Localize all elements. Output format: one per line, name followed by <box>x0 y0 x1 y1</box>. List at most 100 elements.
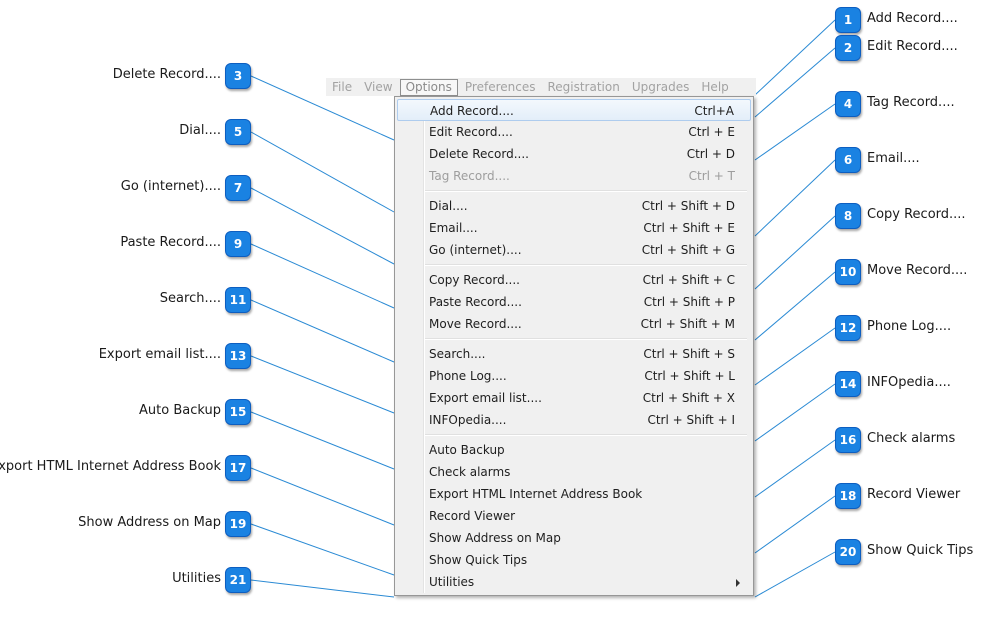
menu-item-label: Record Viewer <box>429 509 516 523</box>
leader-line-10 <box>754 271 836 341</box>
menubar-file[interactable]: File <box>326 79 358 96</box>
leader-line-21 <box>250 579 395 598</box>
menu-item-dial[interactable]: Dial.... Ctrl + Shift + D <box>397 195 751 217</box>
menu-item-shortcut: Ctrl + D <box>686 147 735 161</box>
callout-badge-3: 3 <box>225 63 251 89</box>
menu-item-paste-record[interactable]: Paste Record.... Ctrl + Shift + P <box>397 291 751 313</box>
callout-badge-10: 10 <box>835 259 861 285</box>
menu-separator <box>425 338 747 340</box>
menu-item-edit-record[interactable]: Edit Record.... Ctrl + E <box>397 121 751 143</box>
callout-label-8: Copy Record.... <box>867 207 966 222</box>
menu-item-export-email-list[interactable]: Export email list.... Ctrl + Shift + X <box>397 387 751 409</box>
menu-separator <box>425 190 747 192</box>
menu-item-shortcut: Ctrl + Shift + E <box>643 221 735 235</box>
menubar-view[interactable]: View <box>358 79 398 96</box>
menu-item-shortcut: Ctrl + E <box>688 125 735 139</box>
menu-item-shortcut: Ctrl + Shift + S <box>643 347 735 361</box>
menu-item-label: Phone Log.... <box>429 369 507 383</box>
callout-label-21: Utilities <box>172 571 221 586</box>
menu-item-label: Edit Record.... <box>429 125 513 139</box>
menu-item-shortcut: Ctrl + Shift + M <box>640 317 735 331</box>
callout-badge-15: 15 <box>225 399 251 425</box>
leader-line-12 <box>754 327 836 386</box>
menu-item-label: Show Address on Map <box>429 531 561 545</box>
menu-item-shortcut: Ctrl + Shift + X <box>642 391 735 405</box>
leader-line-17 <box>250 467 395 526</box>
menu-item-phone-log[interactable]: Phone Log.... Ctrl + Shift + L <box>397 365 751 387</box>
menubar-preferences[interactable]: Preferences <box>459 79 542 96</box>
leader-line-11 <box>250 299 395 363</box>
menu-item-label: Search.... <box>429 347 486 361</box>
menu-item-shortcut: Ctrl + Shift + G <box>641 243 735 257</box>
callout-badge-21: 21 <box>225 567 251 593</box>
menu-item-label: Move Record.... <box>429 317 522 331</box>
menu-item-label: Check alarms <box>429 465 511 479</box>
menu-item-show-address-on-map[interactable]: Show Address on Map <box>397 527 751 549</box>
menu-item-label: Go (internet).... <box>429 243 522 257</box>
callout-label-11: Search.... <box>159 291 221 306</box>
menu-item-label: Utilities <box>429 575 475 589</box>
menu-item-shortcut: Ctrl + T <box>688 169 735 183</box>
leader-line-8 <box>754 215 836 290</box>
menu-item-go-internet[interactable]: Go (internet).... Ctrl + Shift + G <box>397 239 751 261</box>
callout-label-1: Add Record.... <box>867 11 958 26</box>
menubar-upgrades[interactable]: Upgrades <box>626 79 696 96</box>
menubar-help[interactable]: Help <box>695 79 734 96</box>
menu-item-label: Delete Record.... <box>429 147 529 161</box>
callout-label-2: Edit Record.... <box>867 39 958 54</box>
callout-label-14: INFOpedia.... <box>867 375 951 390</box>
menu-item-export-html-internet-address-book[interactable]: Export HTML Internet Address Book <box>397 483 751 505</box>
menu-item-infopedia[interactable]: INFOpedia.... Ctrl + Shift + I <box>397 409 751 431</box>
leader-line-5 <box>250 131 395 213</box>
leader-line-18 <box>754 495 836 554</box>
menu-item-delete-record[interactable]: Delete Record.... Ctrl + D <box>397 143 751 165</box>
callout-label-5: Dial.... <box>179 123 221 138</box>
menu-item-check-alarms[interactable]: Check alarms <box>397 461 751 483</box>
callout-badge-11: 11 <box>225 287 251 313</box>
callout-label-10: Move Record.... <box>867 263 968 278</box>
menu-item-auto-backup[interactable]: Auto Backup <box>397 439 751 461</box>
menu-item-show-quick-tips[interactable]: Show Quick Tips <box>397 549 751 571</box>
callout-label-13: Export email list.... <box>98 347 221 362</box>
callout-badge-4: 4 <box>835 91 861 117</box>
menu-item-utilities[interactable]: Utilities <box>397 571 751 593</box>
menu-item-add-record[interactable]: Add Record.... Ctrl+A <box>397 99 751 121</box>
menu-item-shortcut: Ctrl + Shift + D <box>641 199 735 213</box>
callout-label-7: Go (internet).... <box>120 179 221 194</box>
menu-item-label: Tag Record.... <box>429 169 510 183</box>
callout-badge-17: 17 <box>225 455 251 481</box>
leader-line-20 <box>754 551 836 598</box>
menu-item-label: Export HTML Internet Address Book <box>429 487 643 501</box>
menu-item-move-record[interactable]: Move Record.... Ctrl + Shift + M <box>397 313 751 335</box>
menu-item-label: Auto Backup <box>429 443 505 457</box>
leader-line-19 <box>250 523 395 576</box>
menu-separator <box>425 434 747 436</box>
callout-badge-13: 13 <box>225 343 251 369</box>
callout-label-9: Paste Record.... <box>120 235 221 250</box>
callout-label-17: Export HTML Internet Address Book <box>0 459 221 474</box>
menu-item-search[interactable]: Search.... Ctrl + Shift + S <box>397 343 751 365</box>
callout-badge-19: 19 <box>225 511 251 537</box>
leader-line-4 <box>754 103 836 161</box>
callout-label-19: Show Address on Map <box>78 515 221 530</box>
menubar-options[interactable]: Options <box>399 78 458 96</box>
menu-item-copy-record[interactable]: Copy Record.... Ctrl + Shift + C <box>397 269 751 291</box>
callout-badge-5: 5 <box>225 119 251 145</box>
menu-item-record-viewer[interactable]: Record Viewer <box>397 505 751 527</box>
menu-item-email[interactable]: Email.... Ctrl + Shift + E <box>397 217 751 239</box>
submenu-arrow-icon <box>736 579 740 587</box>
leader-line-15 <box>250 411 395 470</box>
leader-line-1 <box>754 19 836 96</box>
callout-badge-8: 8 <box>835 203 861 229</box>
callout-label-20: Show Quick Tips <box>867 543 974 558</box>
callout-badge-18: 18 <box>835 483 861 509</box>
menu-bar: File View Options Preferences Registration Up… <box>326 78 756 96</box>
callout-badge-14: 14 <box>835 371 861 397</box>
callout-label-18: Record Viewer <box>867 487 961 502</box>
menubar-registration[interactable]: Registration <box>541 79 625 96</box>
leader-line-7 <box>250 187 395 265</box>
callout-badge-7: 7 <box>225 175 251 201</box>
callout-label-4: Tag Record.... <box>867 95 955 110</box>
callout-label-16: Check alarms <box>867 431 956 446</box>
menu-item-shortcut: Ctrl + Shift + L <box>644 369 735 383</box>
